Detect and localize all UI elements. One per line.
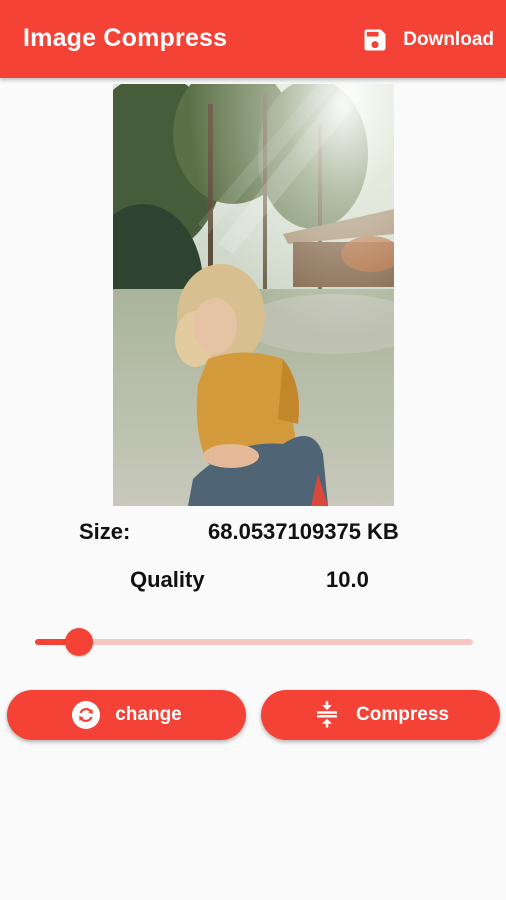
compress-button[interactable]: Compress bbox=[261, 690, 500, 740]
size-label: Size: bbox=[79, 519, 131, 544]
photo-illustration bbox=[113, 84, 394, 506]
app-bar: Image Compress Download bbox=[0, 0, 506, 78]
change-label: change bbox=[115, 704, 182, 725]
save-icon bbox=[361, 26, 389, 54]
slider-track[interactable] bbox=[35, 639, 473, 645]
compress-label: Compress bbox=[356, 704, 449, 725]
quality-slider[interactable] bbox=[35, 628, 473, 656]
refresh-icon bbox=[71, 700, 101, 730]
size-value: 68.0537109375 KB bbox=[208, 519, 399, 544]
download-label: Download bbox=[403, 29, 494, 50]
quality-label: Quality bbox=[130, 567, 205, 592]
app-title: Image Compress bbox=[23, 24, 228, 52]
slider-thumb[interactable] bbox=[65, 628, 93, 656]
download-button[interactable]: Download bbox=[361, 25, 494, 55]
quality-value: 10.0 bbox=[326, 567, 369, 592]
compress-icon bbox=[312, 700, 342, 730]
image-preview bbox=[113, 84, 394, 506]
change-button[interactable]: change bbox=[7, 690, 246, 740]
